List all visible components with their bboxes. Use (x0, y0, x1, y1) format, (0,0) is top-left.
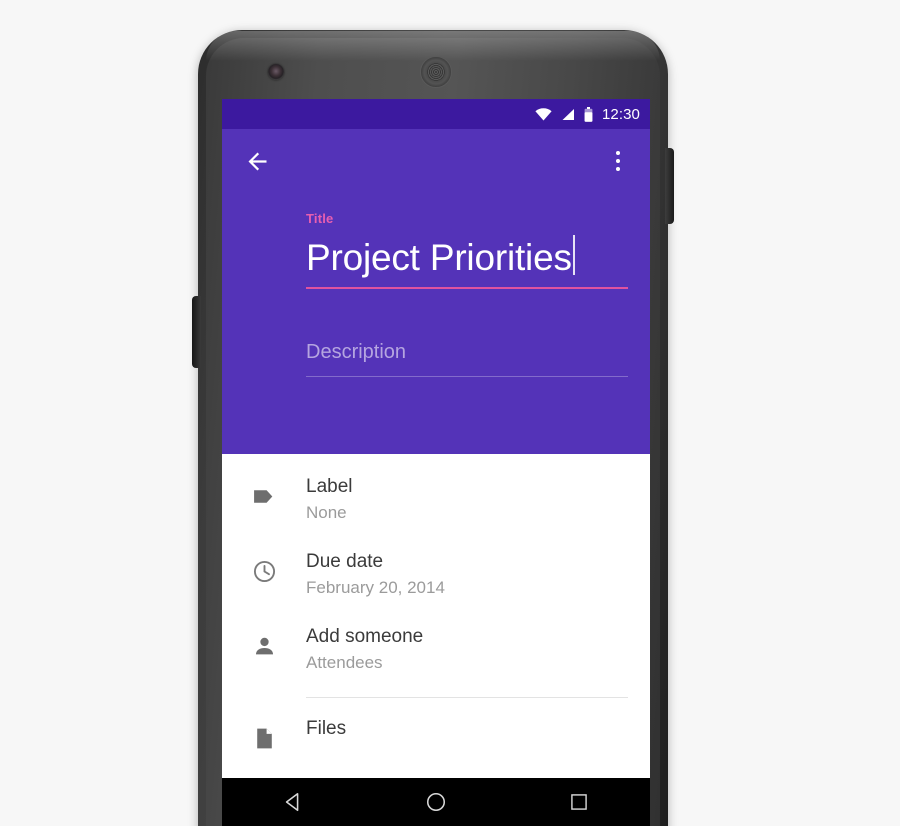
clock-icon (252, 549, 292, 584)
list-item-add-someone[interactable]: Add someone Attendees (222, 612, 650, 687)
back-arrow-icon[interactable] (244, 148, 271, 175)
form-fields: Title Project Priorities Description (222, 211, 650, 377)
title-field-value: Project Priorities (306, 237, 572, 278)
list-item-primary: Add someone (306, 626, 424, 647)
detail-list: Label None Due date February 20, 2014 Ad… (222, 454, 650, 822)
overflow-menu-icon[interactable] (608, 148, 628, 174)
list-item-due-date[interactable]: Due date February 20, 2014 (222, 537, 650, 612)
title-input[interactable]: Project Priorities (306, 230, 628, 279)
text-caret (572, 235, 575, 275)
wifi-icon (535, 107, 552, 121)
android-navigation-bar (222, 778, 650, 826)
file-document-icon (252, 716, 292, 751)
label-tag-icon (252, 474, 292, 509)
list-item-secondary: February 20, 2014 (306, 578, 445, 597)
nav-recents-square-icon[interactable] (562, 785, 596, 819)
app-bar-top-row (222, 129, 650, 193)
screenshot-stage: 12:30 Title Project Priorities Descripti… (0, 0, 900, 826)
list-item-secondary: Attendees (306, 653, 383, 672)
list-divider (306, 697, 628, 698)
list-item-primary: Label (306, 476, 353, 497)
battery-icon (584, 106, 593, 122)
description-input[interactable]: Description (306, 341, 628, 364)
title-field-label: Title (306, 211, 334, 226)
power-button[interactable] (665, 148, 674, 224)
list-item-label[interactable]: Label None (222, 462, 650, 537)
phone-screen: 12:30 Title Project Priorities Descripti… (222, 99, 650, 826)
list-item-files[interactable]: Files (222, 704, 650, 763)
nav-back-triangle-icon[interactable] (276, 785, 310, 819)
signal-bars-icon (561, 108, 575, 121)
person-icon (252, 624, 292, 659)
list-item-primary: Due date (306, 551, 384, 572)
list-item-primary: Files (306, 718, 347, 739)
status-bar-clock: 12:30 (601, 105, 640, 123)
volume-button[interactable] (192, 296, 201, 368)
status-bar: 12:30 (222, 99, 650, 129)
nav-home-circle-icon[interactable] (419, 785, 453, 819)
list-item-secondary: None (306, 503, 347, 522)
description-field-underline (306, 375, 628, 377)
title-field-underline (306, 286, 628, 289)
camera-icon (268, 64, 284, 80)
app-bar: Title Project Priorities Description (222, 129, 650, 454)
speaker-grille-icon (420, 56, 452, 88)
